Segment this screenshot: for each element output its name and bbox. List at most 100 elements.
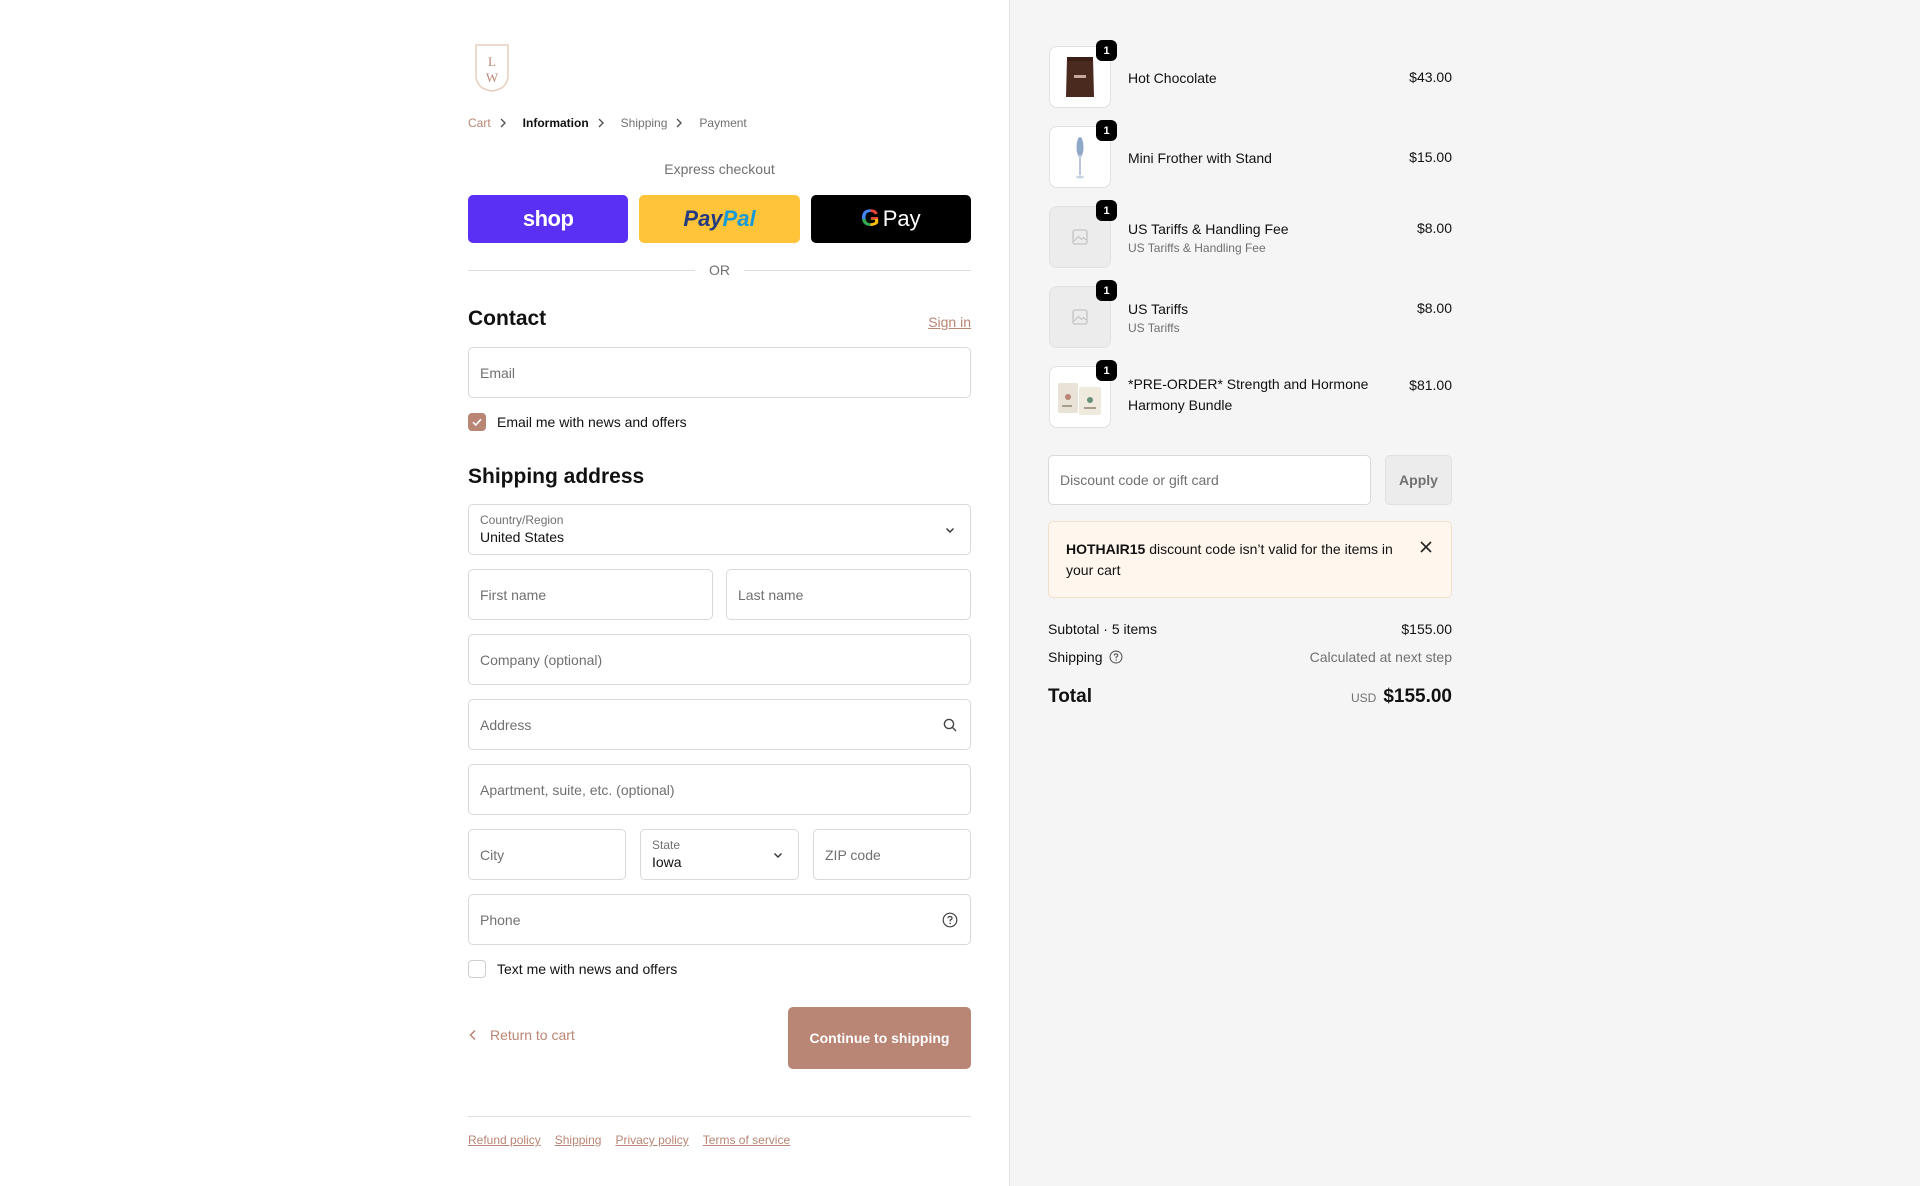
product-thumbnail: 1 [1049, 40, 1117, 108]
apartment-field[interactable]: Apartment, suite, etc. (optional) [468, 764, 971, 815]
phone-placeholder: Phone [480, 911, 521, 928]
discount-code-field[interactable]: Discount code or gift card [1048, 455, 1371, 505]
country-value: United States [480, 529, 565, 545]
cart-item: 1 *PRE-ORDER* Strength and Hormone Harmo… [1049, 360, 1452, 430]
city-placeholder: City [480, 846, 505, 863]
privacy-policy-link[interactable]: Privacy policy [615, 1133, 688, 1147]
newsletter-checkbox[interactable] [468, 413, 486, 431]
sign-in-link[interactable]: Sign in [920, 314, 971, 330]
google-pay-label: Pay [882, 206, 921, 231]
state-label: State [652, 838, 681, 852]
item-price: $8.00 [1416, 300, 1452, 316]
item-name: Hot Chocolate [1128, 70, 1217, 86]
product-thumbnail: 1 [1049, 200, 1117, 268]
quantity-badge: 1 [1096, 120, 1117, 141]
product-thumbnail: 1 [1049, 120, 1117, 188]
or-label: OR [709, 262, 730, 278]
paypal-button[interactable]: Pay Pal [639, 195, 800, 243]
divider-line [744, 269, 971, 271]
subtotal-value: $155.00 [1401, 621, 1452, 637]
address-placeholder: Address [480, 716, 532, 733]
state-select[interactable]: State Iowa [640, 829, 799, 880]
shipping-value: Calculated at next step [1309, 649, 1452, 665]
item-subtitle: US Tariffs [1128, 321, 1180, 335]
refund-policy-link[interactable]: Refund policy [468, 1133, 541, 1147]
express-checkout-title: Express checkout [664, 161, 775, 177]
apartment-placeholder: Apartment, suite, etc. (optional) [480, 781, 675, 798]
svg-text:W: W [486, 70, 499, 85]
item-price: $43.00 [1409, 69, 1452, 85]
product-thumbnail: 1 [1049, 280, 1117, 348]
breadcrumb-cart[interactable]: Cart [468, 116, 491, 130]
footer-links: Refund policy Shipping Privacy policy Te… [468, 1133, 790, 1147]
breadcrumb-shipping: Shipping [620, 116, 668, 130]
country-select[interactable]: Country/Region United States [468, 504, 971, 555]
or-divider: OR [468, 261, 971, 279]
cart-item: 1 Hot Chocolate $43.00 [1049, 40, 1452, 110]
phone-field[interactable]: Phone [468, 894, 971, 945]
apply-discount-button[interactable]: Apply [1385, 455, 1452, 505]
breadcrumb-information: Information [522, 116, 589, 130]
zip-field[interactable]: ZIP code [813, 829, 971, 880]
alert-message: HOTHAIR15 discount code isn’t valid for … [1066, 539, 1406, 581]
shipping-label-group: Shipping [1048, 649, 1123, 665]
quantity-badge: 1 [1096, 280, 1117, 301]
total-value: $155.00 [1383, 686, 1452, 707]
shipping-policy-link[interactable]: Shipping [555, 1133, 602, 1147]
discount-placeholder: Discount code or gift card [1060, 472, 1219, 488]
total-currency: USD [1350, 691, 1377, 705]
svg-text:L: L [488, 54, 496, 69]
city-field[interactable]: City [468, 829, 626, 880]
sms-label[interactable]: Text me with news and offers [497, 961, 677, 977]
breadcrumb-payment: Payment [699, 116, 747, 130]
last-name-field[interactable]: Last name [726, 569, 971, 620]
search-icon[interactable] [942, 717, 958, 733]
help-circle-icon[interactable] [1109, 650, 1123, 664]
address-field[interactable]: Address [468, 699, 971, 750]
item-subtitle: US Tariffs & Handling Fee [1128, 241, 1266, 255]
cart-item: 1 US Tariffs US Tariffs $8.00 [1049, 280, 1452, 350]
state-value: Iowa [652, 854, 682, 870]
cart-item: 1 Mini Frother with Stand $15.00 [1049, 120, 1452, 190]
company-placeholder: Company (optional) [480, 651, 603, 668]
terms-of-service-link[interactable]: Terms of service [703, 1133, 790, 1147]
help-circle-icon[interactable] [942, 912, 958, 928]
email-field[interactable]: Email [468, 347, 971, 398]
shipping-address-heading: Shipping address [468, 465, 645, 488]
item-price: $15.00 [1409, 149, 1452, 165]
first-name-field[interactable]: First name [468, 569, 713, 620]
paypal-label-part1: Pay [683, 206, 723, 231]
newsletter-label[interactable]: Email me with news and offers [497, 414, 687, 430]
total-row: Total USD $155.00 [1048, 686, 1452, 712]
continue-label: Continue to shipping [809, 1030, 950, 1046]
item-name: *PRE-ORDER* Strength and Hormone Harmony… [1128, 376, 1369, 413]
continue-to-shipping-button[interactable]: Continue to shipping [788, 1007, 971, 1069]
zip-placeholder: ZIP code [825, 846, 881, 863]
chevron-right-icon [597, 117, 613, 129]
footer-divider [468, 1116, 971, 1117]
product-thumbnail: 1 [1049, 360, 1117, 428]
item-price: $81.00 [1409, 377, 1452, 393]
close-icon[interactable] [1419, 540, 1433, 554]
sms-checkbox[interactable] [468, 960, 486, 978]
country-label: Country/Region [480, 513, 564, 527]
item-name: US Tariffs [1128, 301, 1189, 317]
chevron-down-icon [942, 522, 958, 538]
checkout-main-panel: L W Cart Information Shipping Payment Ex… [0, 0, 1009, 1186]
alert-discount-code: HOTHAIR15 [1066, 541, 1146, 557]
google-pay-button[interactable]: G Pay [810, 195, 971, 243]
checkmark-icon [472, 418, 482, 427]
store-logo[interactable]: L W [474, 41, 510, 93]
subtotal-label: Subtotal · 5 items [1048, 621, 1157, 637]
total-value-group: USD $155.00 [1351, 686, 1452, 708]
company-field[interactable]: Company (optional) [468, 634, 971, 685]
first-name-placeholder: First name [480, 586, 547, 603]
chevron-down-icon [770, 847, 786, 863]
shop-pay-button[interactable]: shop [468, 195, 629, 243]
shop-pay-label: shop [522, 206, 574, 231]
chevron-right-icon [499, 117, 515, 129]
google-g-icon: G [861, 205, 880, 232]
paypal-label-part2: Pal [722, 206, 756, 231]
total-label: Total [1048, 686, 1092, 707]
return-to-cart-link[interactable]: Return to cart [468, 1027, 575, 1043]
